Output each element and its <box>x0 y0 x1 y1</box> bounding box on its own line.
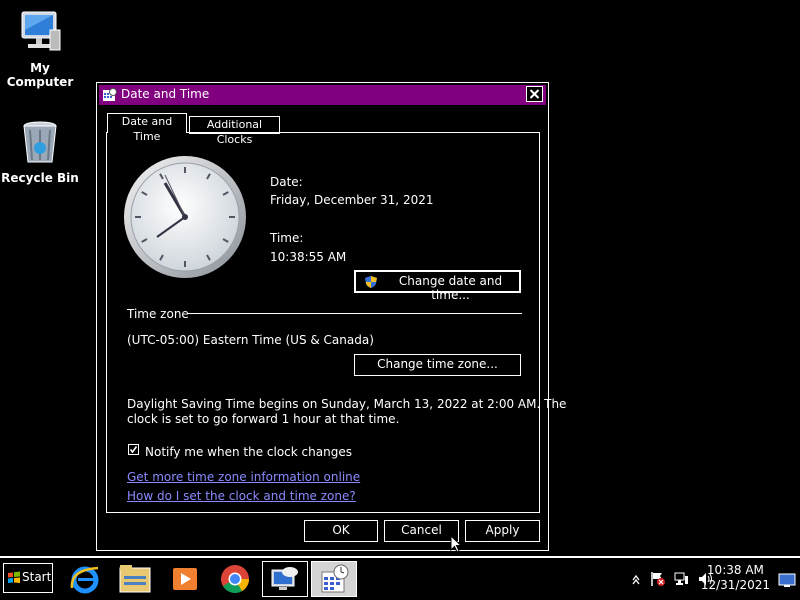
recycle-bin-icon <box>23 121 57 163</box>
start-button[interactable]: Start <box>3 563 53 593</box>
close-button[interactable] <box>526 86 543 102</box>
timezone-divider <box>187 313 522 314</box>
tab-panel: Date: Friday, December 31, 2021 Time: 10… <box>106 132 566 513</box>
dst-info-line1: Daylight Saving Time begins on Sunday, M… <box>127 397 567 411</box>
ok-button[interactable]: OK <box>304 520 378 542</box>
taskbar-file-explorer[interactable] <box>112 561 158 597</box>
mouse-cursor-icon <box>450 535 463 553</box>
taskbar-remote-desktop[interactable] <box>262 561 308 597</box>
taskbar-internet-explorer[interactable] <box>62 561 108 597</box>
tray-clock[interactable]: 10:38 AM 12/31/2021 <box>701 563 770 593</box>
time-value: 10:38:55 AM <box>270 250 347 264</box>
cancel-button[interactable]: Cancel <box>384 520 459 542</box>
remote-desktop-icon <box>271 567 298 590</box>
taskbar-chrome[interactable] <box>212 561 258 597</box>
change-time-zone-button[interactable]: Change time zone... <box>354 354 521 376</box>
chrome-icon <box>221 565 249 593</box>
media-player-icon <box>173 568 197 590</box>
date-time-dialog: Date and Time Date and Time Additional C… <box>96 82 566 551</box>
start-label: Start <box>22 570 52 584</box>
close-icon <box>529 89 540 99</box>
desktop-icon-my-computer[interactable]: My Computer <box>0 8 82 89</box>
date-time-icon <box>321 564 349 593</box>
show-desktop-icon[interactable] <box>778 572 796 588</box>
how-to-set-clock-link[interactable]: How do I set the clock and time zone? <box>127 489 356 503</box>
tray-date: 12/31/2021 <box>700 578 770 592</box>
windows-logo-icon <box>8 571 20 583</box>
timezone-value: (UTC-05:00) Eastern Time (US & Canada) <box>127 333 374 347</box>
internet-explorer-icon <box>70 566 99 594</box>
time-label: Time: <box>270 231 304 245</box>
desktop-icon-label: Recycle Bin <box>1 171 79 185</box>
file-explorer-icon <box>119 565 151 593</box>
timezone-heading: Time zone <box>127 307 189 321</box>
date-value: Friday, December 31, 2021 <box>270 193 434 207</box>
desktop-icon-label: My Computer <box>6 61 74 89</box>
computer-icon <box>21 11 61 51</box>
tray-time: 10:38 AM <box>706 563 764 577</box>
action-center-flag-icon[interactable] <box>650 571 666 587</box>
dst-info-line2: clock is set to go forward 1 hour at tha… <box>127 412 400 426</box>
taskbar-date-time[interactable] <box>311 561 357 597</box>
more-timezone-info-link[interactable]: Get more time zone information online <box>127 470 360 484</box>
taskbar: Start 10:38 AM 12/31/2021 <box>0 556 800 600</box>
change-date-time-label: Change date and time... <box>398 274 503 302</box>
date-label: Date: <box>270 175 303 189</box>
window-title: Date and Time <box>121 87 210 101</box>
tab-date-and-time[interactable]: Date and Time <box>107 113 187 143</box>
desktop-icon-recycle-bin[interactable]: Recycle Bin <box>0 118 82 185</box>
checkmark-icon <box>129 446 138 454</box>
date-time-icon <box>103 88 117 101</box>
taskbar-media-player[interactable] <box>162 561 208 597</box>
notify-checkbox[interactable] <box>128 444 139 455</box>
uac-shield-icon <box>365 276 377 288</box>
analog-clock <box>124 156 246 278</box>
notify-label[interactable]: Notify me when the clock changes <box>145 445 352 459</box>
apply-button[interactable]: Apply <box>465 520 540 542</box>
title-bar[interactable]: Date and Time <box>99 85 546 105</box>
change-date-time-button[interactable]: Change date and time... <box>354 270 521 302</box>
network-icon[interactable] <box>673 571 689 587</box>
show-hidden-icons-icon[interactable] <box>631 573 641 585</box>
